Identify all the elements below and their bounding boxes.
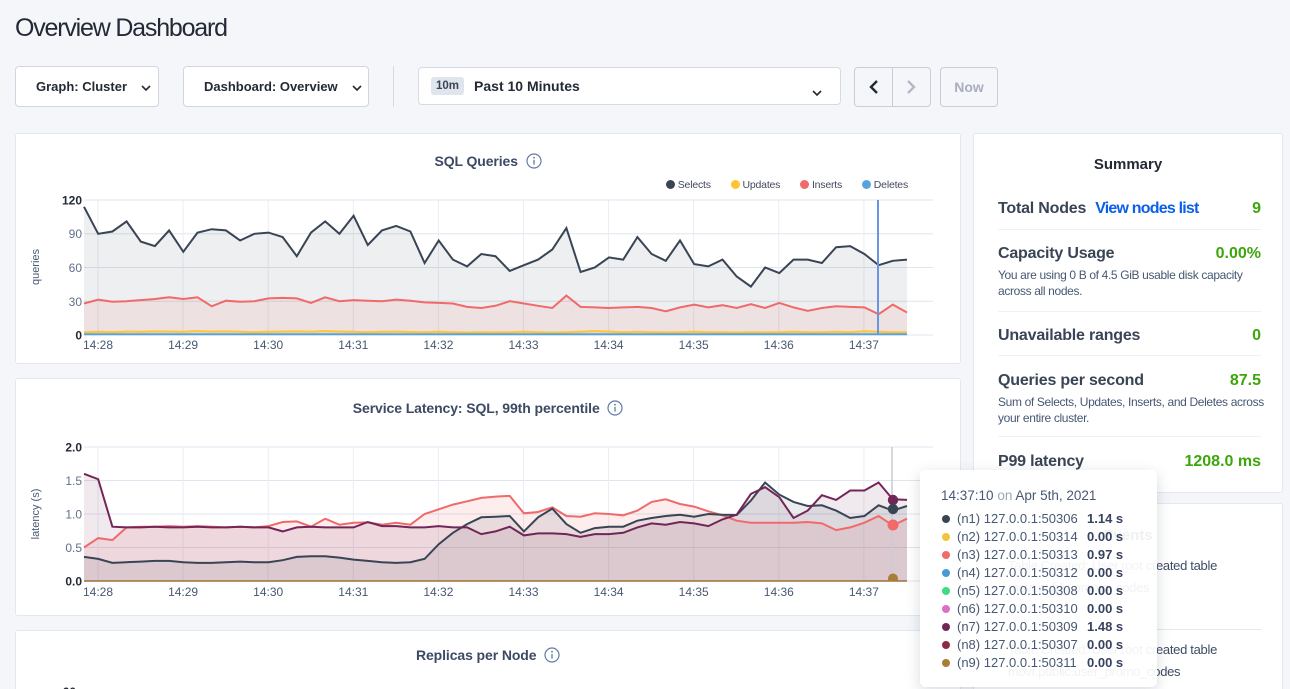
svg-text:14:28: 14:28 — [83, 338, 113, 352]
svg-text:0.0: 0.0 — [65, 575, 82, 589]
svg-text:queries: queries — [30, 248, 42, 285]
svg-text:14:29: 14:29 — [168, 338, 198, 352]
svg-text:14:35: 14:35 — [679, 338, 709, 352]
svg-text:14:34: 14:34 — [594, 338, 624, 352]
svg-text:14:33: 14:33 — [508, 338, 538, 352]
svg-text:2.0: 2.0 — [65, 441, 82, 455]
svg-text:14:30: 14:30 — [253, 338, 283, 352]
svg-text:14:31: 14:31 — [338, 585, 368, 599]
svg-text:14:37: 14:37 — [849, 338, 879, 352]
svg-text:14:34: 14:34 — [594, 585, 624, 599]
svg-text:14:29: 14:29 — [168, 585, 198, 599]
svg-text:14:36: 14:36 — [764, 338, 794, 352]
svg-text:14:30: 14:30 — [253, 585, 283, 599]
svg-text:0.5: 0.5 — [65, 541, 82, 555]
svg-text:14:31: 14:31 — [338, 338, 368, 352]
svg-text:14:36: 14:36 — [764, 585, 794, 599]
svg-text:14:35: 14:35 — [679, 585, 709, 599]
svg-text:14:32: 14:32 — [423, 338, 453, 352]
svg-text:14:37: 14:37 — [849, 585, 879, 599]
svg-text:14:33: 14:33 — [508, 585, 538, 599]
svg-text:120: 120 — [62, 194, 82, 208]
svg-text:1.0: 1.0 — [65, 508, 82, 522]
svg-text:1.5: 1.5 — [65, 474, 82, 488]
svg-text:90: 90 — [69, 227, 83, 241]
svg-text:14:28: 14:28 — [83, 585, 113, 599]
svg-text:30: 30 — [69, 295, 83, 309]
svg-text:60: 60 — [69, 261, 83, 275]
svg-text:latency (s): latency (s) — [30, 489, 42, 540]
svg-text:14:32: 14:32 — [423, 585, 453, 599]
svg-text:0: 0 — [75, 329, 82, 343]
